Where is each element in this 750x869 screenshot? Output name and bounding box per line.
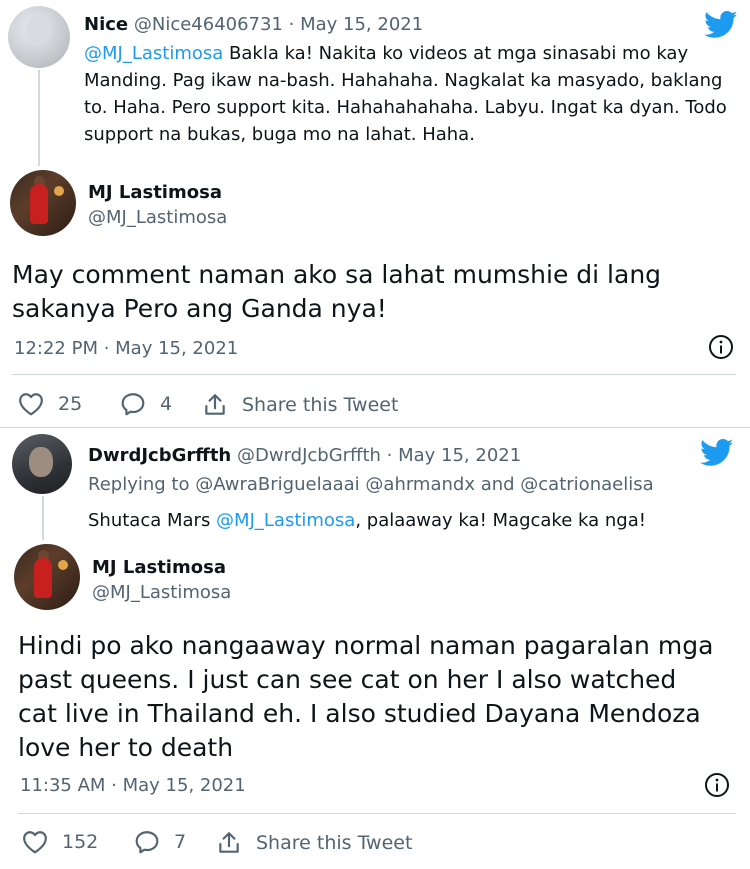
thread-line [42, 496, 44, 540]
heart-icon [23, 831, 47, 854]
divider [18, 813, 736, 814]
replying-to-line[interactable]: Replying to @AwraBriguelaaai @ahrmandx a… [88, 474, 654, 495]
reply-count: 7 [174, 831, 187, 853]
quoted-header: DwrdJcbGrffth @DwrdJcbGrffth · May 15, 2… [88, 445, 521, 466]
twitter-bird-icon[interactable] [700, 439, 734, 467]
like-count: 25 [58, 393, 83, 415]
like-button[interactable]: 152 [22, 830, 98, 854]
divider [12, 374, 736, 375]
quoted-tweet-text: Shutaca Mars @MJ_Lastimosa, palaaway ka!… [88, 510, 646, 531]
author-handle[interactable]: @MJ_Lastimosa [92, 582, 231, 603]
twitter-bird-icon[interactable] [704, 11, 738, 39]
tweet-timestamp[interactable]: 11:35 AM · May 15, 2021 [20, 775, 246, 796]
share-button[interactable]: Share this Tweet [202, 392, 398, 418]
quoted-mention[interactable]: @MJ_Lastimosa [84, 43, 223, 64]
reply-button[interactable]: 4 [120, 392, 172, 416]
tweet-card-2: DwrdJcbGrffth @DwrdJcbGrffth · May 15, 2… [0, 427, 750, 869]
author-handle[interactable]: @MJ_Lastimosa [88, 207, 227, 228]
share-arrow-icon [205, 394, 225, 415]
quoted-avatar[interactable] [8, 6, 70, 68]
heart-icon [19, 393, 43, 416]
quoted-author-name[interactable]: DwrdJcbGrffth [88, 445, 231, 466]
share-label: Share this Tweet [242, 394, 399, 416]
info-icon[interactable] [704, 772, 730, 798]
author-avatar[interactable] [10, 170, 76, 236]
quoted-avatar[interactable] [12, 434, 72, 494]
quoted-author-meta[interactable]: @Nice46406731 · May 15, 2021 [134, 14, 423, 35]
tweet-text: Hindi po ako nangaaway normal naman paga… [18, 631, 714, 762]
quoted-author-meta[interactable]: @DwrdJcbGrffth · May 15, 2021 [237, 445, 521, 466]
quoted-author-name[interactable]: Nice [84, 14, 128, 35]
thread-line [38, 70, 40, 166]
tweet-timestamp[interactable]: 12:22 PM · May 15, 2021 [14, 338, 238, 359]
reply-count: 4 [160, 393, 173, 415]
speech-bubble-icon [121, 393, 145, 416]
quoted-header: Nice @Nice46406731 · May 15, 2021 [84, 14, 423, 35]
author-name[interactable]: MJ Lastimosa [88, 182, 222, 203]
reply-button[interactable]: 7 [134, 830, 186, 854]
tweet-card-1: Nice @Nice46406731 · May 15, 2021 @MJ_La… [0, 0, 750, 427]
author-name[interactable]: MJ Lastimosa [92, 557, 226, 578]
quoted-mention[interactable]: @MJ_Lastimosa [216, 510, 355, 531]
speech-bubble-icon [135, 831, 159, 854]
author-avatar[interactable] [14, 544, 80, 610]
share-label: Share this Tweet [256, 832, 413, 854]
share-button[interactable]: Share this Tweet [216, 830, 412, 856]
info-icon[interactable] [708, 334, 734, 360]
quoted-tweet-text: @MJ_Lastimosa Bakla ka! Nakita ko videos… [84, 43, 727, 145]
like-count: 152 [62, 831, 99, 853]
tweet-text: May comment naman ako sa lahat mumshie d… [12, 260, 662, 323]
share-arrow-icon [219, 832, 239, 853]
like-button[interactable]: 25 [18, 392, 82, 416]
